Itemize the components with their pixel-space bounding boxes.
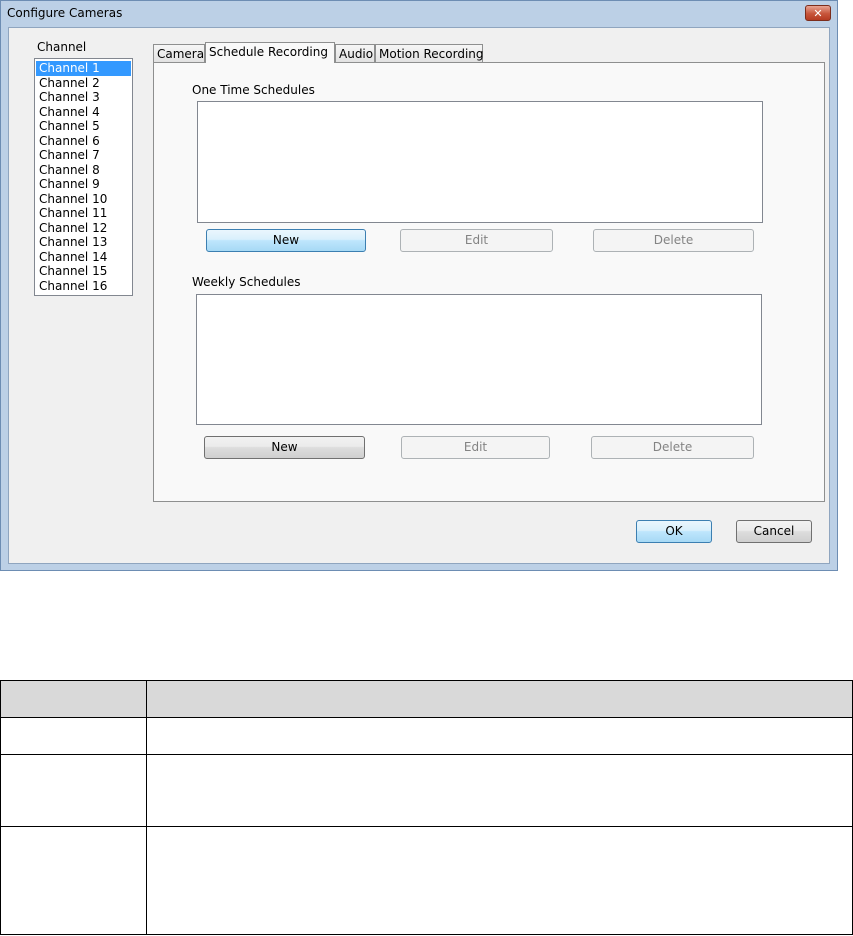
- channel-item[interactable]: Channel 16: [36, 279, 131, 294]
- weekly-delete-button[interactable]: Delete: [591, 436, 754, 459]
- channel-item[interactable]: Channel 14: [36, 250, 131, 265]
- schedule-recording-panel: One Time Schedules New Edit Delete Weekl…: [153, 62, 825, 502]
- tab-motion-recording[interactable]: Motion Recording: [375, 44, 484, 62]
- one-time-schedules-list[interactable]: [197, 101, 763, 223]
- one-time-new-button[interactable]: New: [206, 229, 366, 252]
- channel-item[interactable]: Channel 4: [36, 105, 131, 120]
- channel-item[interactable]: Channel 5: [36, 119, 131, 134]
- channel-item[interactable]: Channel 12: [36, 221, 131, 236]
- table-cell: [146, 826, 853, 935]
- channel-item[interactable]: Channel 13: [36, 235, 131, 250]
- channel-item[interactable]: Channel 6: [36, 134, 131, 149]
- channel-label: Channel: [37, 40, 87, 54]
- channel-item[interactable]: Channel 15: [36, 264, 131, 279]
- configure-cameras-dialog: Configure Cameras ✕ Channel Channel 1 Ch…: [0, 0, 838, 571]
- table-header-row: [0, 680, 853, 718]
- table-cell: [0, 826, 147, 935]
- description-table: [0, 680, 853, 935]
- dialog-client-area: Channel Channel 1 Channel 2 Channel 3 Ch…: [8, 27, 830, 564]
- table-header-cell: [146, 680, 853, 718]
- cancel-button[interactable]: Cancel: [736, 520, 812, 543]
- channel-list[interactable]: Channel 1 Channel 2 Channel 3 Channel 4 …: [34, 58, 133, 296]
- channel-item[interactable]: Channel 11: [36, 206, 131, 221]
- table-cell: [0, 717, 147, 755]
- channel-item[interactable]: Channel 9: [36, 177, 131, 192]
- close-icon[interactable]: ✕: [805, 5, 831, 21]
- table-row: [0, 754, 853, 827]
- weekly-edit-button[interactable]: Edit: [401, 436, 550, 459]
- channel-item[interactable]: Channel 7: [36, 148, 131, 163]
- channel-item[interactable]: Channel 10: [36, 192, 131, 207]
- title-bar[interactable]: Configure Cameras ✕: [1, 1, 837, 27]
- table-row: [0, 717, 853, 755]
- table-cell: [146, 754, 853, 827]
- channel-item[interactable]: Channel 3: [36, 90, 131, 105]
- tab-camera[interactable]: Camera: [153, 44, 205, 62]
- channel-item[interactable]: Channel 8: [36, 163, 131, 178]
- ok-button[interactable]: OK: [636, 520, 712, 543]
- dialog-title: Configure Cameras: [7, 6, 123, 20]
- channel-item[interactable]: Channel 1: [36, 61, 131, 76]
- one-time-delete-button[interactable]: Delete: [593, 229, 754, 252]
- one-time-schedules-label: One Time Schedules: [192, 83, 315, 97]
- weekly-schedules-list[interactable]: [196, 294, 762, 425]
- table-cell: [0, 754, 147, 827]
- tab-audio[interactable]: Audio: [335, 44, 375, 62]
- table-row: [0, 826, 853, 935]
- weekly-schedules-label: Weekly Schedules: [192, 275, 301, 289]
- channel-item[interactable]: Channel 2: [36, 76, 131, 91]
- table-header-cell: [0, 680, 147, 718]
- weekly-new-button[interactable]: New: [204, 436, 365, 459]
- tab-schedule-recording[interactable]: Schedule Recording: [205, 42, 335, 63]
- table-cell: [146, 717, 853, 755]
- one-time-edit-button[interactable]: Edit: [400, 229, 553, 252]
